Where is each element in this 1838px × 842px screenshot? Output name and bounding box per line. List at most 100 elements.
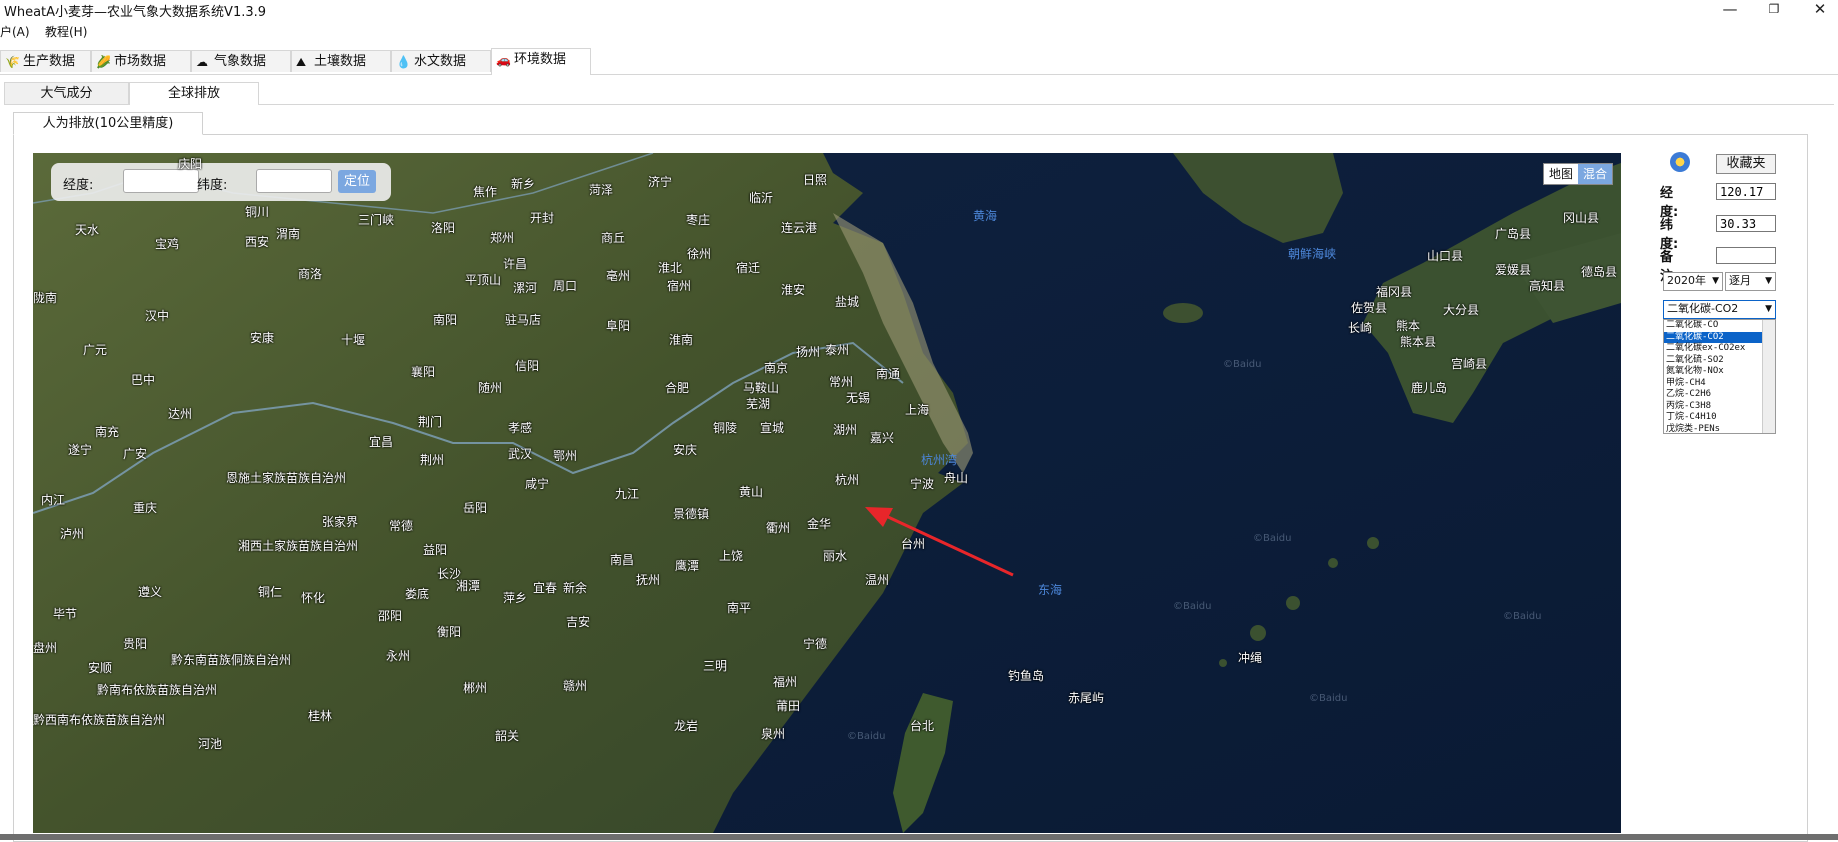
city-label: 淮南 <box>669 333 694 347</box>
city-label: 钓鱼岛 <box>1008 669 1045 683</box>
period-select[interactable]: 逐月 ▼ <box>1725 272 1776 291</box>
city-label: 河池 <box>198 737 223 751</box>
city-label: 高知县 <box>1529 279 1566 293</box>
city-label: 舟山 <box>944 471 969 485</box>
city-label: 广元 <box>83 343 108 357</box>
sub-tabs: 大气成分 全球排放 <box>4 82 1834 105</box>
wheat-icon: 🌾 <box>5 55 20 69</box>
city-label: 达州 <box>168 407 193 421</box>
city-label: 南通 <box>876 367 901 381</box>
gas-option[interactable]: 丁烷-C4H10 <box>1664 412 1775 424</box>
city-label: 临沂 <box>749 191 774 205</box>
city-label: 宫崎县 <box>1451 357 1488 371</box>
city-label: 萍乡 <box>503 591 528 605</box>
city-label: 郑州 <box>490 231 515 245</box>
list-scrollbar[interactable] <box>1762 320 1775 433</box>
map-lon-input[interactable] <box>123 169 199 193</box>
city-label: 鄂州 <box>553 449 578 463</box>
favorites-star-icon[interactable] <box>1670 152 1690 172</box>
gas-option[interactable]: 二氧化碳ex-CO2ex <box>1664 343 1775 355</box>
city-label: 孝感 <box>508 421 533 435</box>
city-label: 安庆 <box>673 443 698 457</box>
gas-option[interactable]: 二氧化硫-SO2 <box>1664 355 1775 367</box>
favorites-button[interactable]: 收藏夹 <box>1716 154 1776 174</box>
note-input[interactable] <box>1716 247 1776 264</box>
minimize-button[interactable]: — <box>1710 0 1750 20</box>
gas-dropdown-list[interactable]: 二氧化碳-CO 二氧化碳-CO2 二氧化碳ex-CO2ex 二氧化硫-SO2 氮… <box>1663 319 1776 434</box>
baidu-watermark: ©Baidu <box>1223 359 1262 370</box>
tab-environment[interactable]: 🚗 环境数据 <box>491 48 591 75</box>
gas-option[interactable]: 戊烷类-PENs <box>1664 424 1775 434</box>
city-label: 鹿儿岛 <box>1411 381 1448 395</box>
baidu-watermark: ©Baidu <box>1173 601 1212 612</box>
gas-option[interactable]: 乙烷-C2H6 <box>1664 389 1775 401</box>
city-label: 荆门 <box>418 415 443 429</box>
year-select[interactable]: 2020年 ▼ <box>1663 272 1723 291</box>
gas-option-selected[interactable]: 二氧化碳-CO2 <box>1664 331 1775 343</box>
chevron-down-icon: ▼ <box>1765 276 1772 286</box>
locate-button[interactable]: 定位 <box>338 170 376 193</box>
city-label: 杭州 <box>835 473 860 487</box>
city-label: 湘西土家族苗族自治州 <box>238 539 359 553</box>
city-label: 安康 <box>250 331 275 345</box>
city-label: 广岛县 <box>1495 227 1532 241</box>
city-label: 大分县 <box>1443 303 1480 317</box>
gas-option[interactable]: 甲烷-CH4 <box>1664 378 1775 390</box>
lon-input[interactable] <box>1716 183 1776 200</box>
city-label: 宣城 <box>760 421 785 435</box>
map-lat-input[interactable] <box>256 169 332 193</box>
city-label: 铜陵 <box>713 421 738 435</box>
window-title: WheatA小麦芽—农业气象大数据系统V1.3.9 <box>4 5 267 20</box>
city-label: 新乡 <box>511 177 536 191</box>
city-label: 三门峡 <box>358 213 395 227</box>
tab-anthropogenic-emission[interactable]: 人为排放(10公里精度) <box>13 112 203 135</box>
city-label: 福州 <box>773 675 798 689</box>
city-label: 无锡 <box>846 391 871 405</box>
maximize-button[interactable]: ❐ <box>1754 0 1794 20</box>
city-label: 冲绳 <box>1238 651 1263 665</box>
city-label: 温州 <box>865 573 890 587</box>
subtab-atmosphere[interactable]: 大气成分 <box>4 82 129 104</box>
subtab-global-emission[interactable]: 全球排放 <box>129 82 259 105</box>
map-type-map[interactable]: 地图 <box>1544 164 1578 184</box>
sea-label: 东海 <box>1038 583 1063 597</box>
gas-option[interactable]: 氮氧化物-NOx <box>1664 366 1775 378</box>
city-label: 三明 <box>703 659 728 673</box>
map-type-hybrid[interactable]: 混合 <box>1577 164 1612 184</box>
city-label: 九江 <box>615 487 640 501</box>
map-lat-label: 纬度: <box>197 178 228 193</box>
city-label: 熊本县 <box>1400 335 1437 349</box>
city-label: 扬州 <box>796 345 821 359</box>
gas-select[interactable]: 二氧化碳-CO2 ▼ <box>1663 300 1776 319</box>
city-label: 上海 <box>905 403 930 417</box>
tab-soil[interactable]: ⛰ 土壤数据 <box>291 50 391 72</box>
satellite-map[interactable]: 经度: 纬度: 定位 地图 混合 庆阳 焦作 新乡 菏泽 济宁 临沂 日照 天水 铜川 三门峡 开封 枣… <box>33 153 1621 833</box>
city-label: 铜仁 <box>258 585 283 599</box>
menu-account[interactable]: 户(A) <box>0 23 30 40</box>
city-label: 泸州 <box>60 527 85 541</box>
sea-label: 杭州湾 <box>921 453 958 467</box>
city-label: 淮北 <box>658 261 683 275</box>
tab-market[interactable]: 🌽 市场数据 <box>91 50 191 72</box>
menu-tutorial[interactable]: 教程(H) <box>45 23 87 40</box>
city-label: 宿迁 <box>736 261 761 275</box>
city-label: 益阳 <box>423 543 448 557</box>
city-label: 泉州 <box>761 727 786 741</box>
status-strip <box>0 834 1838 840</box>
city-label: 黔南布依族苗族自治州 <box>97 683 218 697</box>
city-label: 庆阳 <box>178 157 203 171</box>
tab-hydrology[interactable]: 💧 水文数据 <box>391 50 491 72</box>
gas-option[interactable]: 二氧化碳-CO <box>1664 320 1775 332</box>
city-label: 洛阳 <box>431 221 456 235</box>
city-label: 长崎 <box>1348 321 1373 335</box>
city-label: 襄阳 <box>411 365 436 379</box>
lat-input[interactable] <box>1716 215 1776 232</box>
chevron-down-icon: ▼ <box>1765 304 1772 314</box>
gas-option[interactable]: 丙烷-C3H8 <box>1664 401 1775 413</box>
sea-label: 黄海 <box>973 209 998 223</box>
city-label: 西安 <box>245 235 270 249</box>
tab-weather[interactable]: ☁ 气象数据 <box>191 50 291 72</box>
city-label: 岳阳 <box>463 501 488 515</box>
tab-production[interactable]: 🌾 生产数据 <box>0 50 91 72</box>
close-button[interactable]: ✕ <box>1800 0 1838 20</box>
